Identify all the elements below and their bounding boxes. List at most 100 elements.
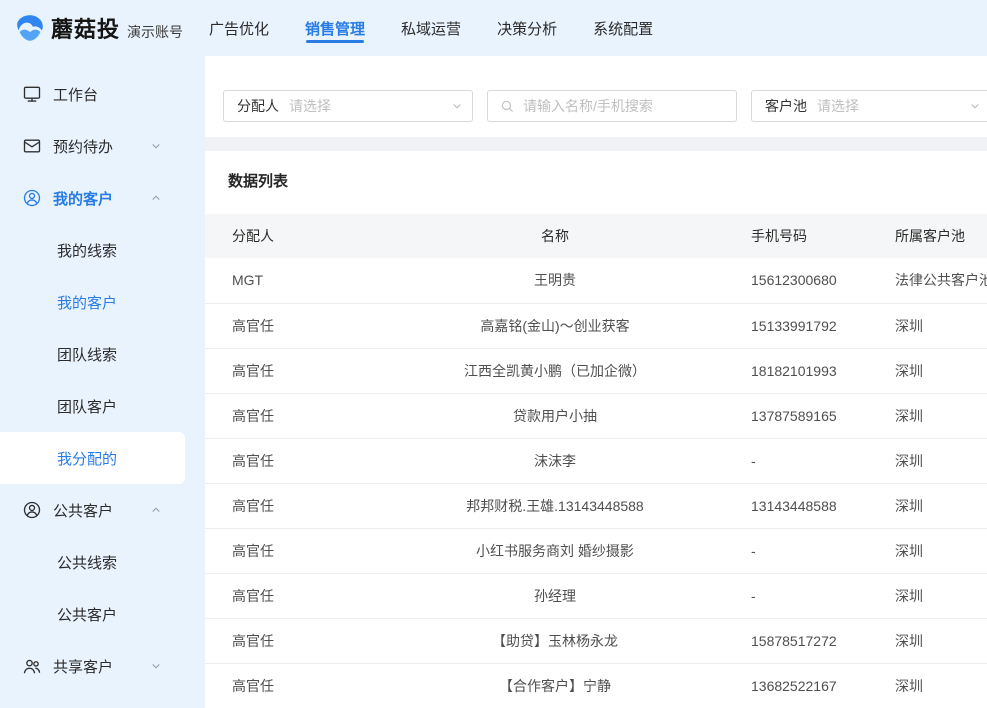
- table-row[interactable]: 高官任【合作客户】宁静13682522167深圳: [205, 663, 987, 708]
- cell: -: [715, 438, 859, 483]
- sidebar-item-label: 团队客户: [57, 396, 117, 417]
- cell: 高官任: [205, 483, 395, 528]
- logo-icon: [14, 12, 46, 44]
- cell: 13787589165: [715, 393, 859, 438]
- cell: 深圳: [859, 663, 987, 708]
- account-label: 演示账号: [127, 22, 183, 42]
- top-nav: 广告优化销售管理私域运营决策分析系统配置: [209, 0, 653, 56]
- app-title: 蘑菇投: [51, 12, 120, 44]
- search-input[interactable]: [521, 97, 724, 115]
- chevron-down-icon: [451, 100, 463, 112]
- sidebar-item-11[interactable]: 公共客户: [0, 588, 205, 640]
- cell: 15612300680: [715, 258, 859, 303]
- sidebar-item-label: 我的客户: [57, 292, 117, 313]
- cell: 15133991792: [715, 303, 859, 348]
- cell: 高官任: [205, 393, 395, 438]
- sidebar-item-5[interactable]: 我的客户: [0, 276, 205, 328]
- cell: 【助贷】玉林杨永龙: [395, 618, 715, 663]
- assignee-select-placeholder: 请选择: [289, 96, 331, 116]
- sidebar-item-3[interactable]: 我的客户: [0, 172, 205, 224]
- table-row[interactable]: 高官任【助贷】玉林杨永龙15878517272深圳: [205, 618, 987, 663]
- table-row[interactable]: 高官任江西全凯黄小鹏（已加企微）18182101993深圳: [205, 348, 987, 393]
- search-icon: [500, 99, 514, 113]
- column-header-1: 分配人: [205, 214, 395, 258]
- sidebar-item-8[interactable]: 我分配的: [0, 432, 185, 484]
- list-title: 数据列表: [205, 170, 987, 191]
- cell: 深圳: [859, 348, 987, 393]
- assignee-select[interactable]: 分配人 请选择: [223, 90, 473, 122]
- cell: 13682522167: [715, 663, 859, 708]
- assignee-select-label: 分配人: [237, 96, 279, 116]
- pool-select-label: 客户池: [765, 96, 807, 116]
- sidebar-item-label: 工作台: [53, 84, 98, 105]
- table-row[interactable]: 高官任小红书服务商刘 婚纱摄影-深圳: [205, 528, 987, 573]
- cell: 高官任: [205, 348, 395, 393]
- cell: 沫沫李: [395, 438, 715, 483]
- cell: -: [715, 528, 859, 573]
- cell: 深圳: [859, 483, 987, 528]
- column-header-4: 所属客户池: [859, 214, 987, 258]
- cell: 高官任: [205, 438, 395, 483]
- table-row[interactable]: MGT王明贵15612300680法律公共客户池: [205, 258, 987, 303]
- cell: 法律公共客户池: [859, 258, 987, 303]
- sidebar-item-label: 公共线索: [57, 552, 117, 573]
- nav-item-3[interactable]: 私域运营: [401, 0, 461, 56]
- nav-item-4[interactable]: 决策分析: [497, 0, 557, 56]
- sidebar-item-label: 我分配的: [57, 448, 117, 469]
- user-circle-icon: [22, 188, 42, 208]
- mail-icon: [22, 136, 42, 156]
- cell: 深圳: [859, 528, 987, 573]
- cell: 高官任: [205, 303, 395, 348]
- chevron-up-icon: [150, 192, 162, 204]
- sidebar-item-2[interactable]: 预约待办: [0, 120, 205, 172]
- body: 工作台预约待办我的客户我的线索我的客户团队线索团队客户我分配的公共客户公共线索公…: [0, 56, 987, 708]
- table-row[interactable]: 高官任沫沫李-深圳: [205, 438, 987, 483]
- cell: 高嘉铭(金山)～创业获客: [395, 303, 715, 348]
- cell: 江西全凯黄小鹏（已加企微）: [395, 348, 715, 393]
- nav-item-5[interactable]: 系统配置: [593, 0, 653, 56]
- sidebar-item-12[interactable]: 共享客户: [0, 640, 205, 692]
- app-header: 蘑菇投 演示账号 广告优化销售管理私域运营决策分析系统配置: [0, 0, 987, 56]
- customer-table: 分配人名称手机号码所属客户池 MGT王明贵15612300680法律公共客户池高…: [205, 214, 987, 708]
- search-box: [487, 90, 737, 122]
- sidebar-item-label: 我的线索: [57, 240, 117, 261]
- sidebar-item-6[interactable]: 团队线索: [0, 328, 205, 380]
- cell: 王明贵: [395, 258, 715, 303]
- nav-item-1[interactable]: 广告优化: [209, 0, 269, 56]
- data-list-card: 数据列表 分配人名称手机号码所属客户池 MGT王明贵15612300680法律公…: [205, 151, 987, 708]
- sidebar-item-label: 共享客户: [53, 656, 113, 677]
- pool-select[interactable]: 客户池 请选择: [751, 90, 987, 122]
- cell: 高官任: [205, 573, 395, 618]
- table-row[interactable]: 高官任孙经理-深圳: [205, 573, 987, 618]
- sidebar-item-label: 团队线索: [57, 344, 117, 365]
- cell: 深圳: [859, 393, 987, 438]
- sidebar-item-9[interactable]: 公共客户: [0, 484, 205, 536]
- table-row[interactable]: 高官任高嘉铭(金山)～创业获客15133991792深圳: [205, 303, 987, 348]
- chevron-down-icon: [969, 100, 981, 112]
- table-header-row: 分配人名称手机号码所属客户池: [205, 214, 987, 258]
- cell: 小红书服务商刘 婚纱摄影: [395, 528, 715, 573]
- chevron-up-icon: [150, 504, 162, 516]
- sidebar-item-label: 我的客户: [53, 188, 113, 209]
- sidebar-menu: 工作台预约待办我的客户我的线索我的客户团队线索团队客户我分配的公共客户公共线索公…: [0, 56, 205, 708]
- nav-item-2[interactable]: 销售管理: [305, 0, 365, 56]
- table-row[interactable]: 高官任邦邦财税.王雄.1314344858813143448588深圳: [205, 483, 987, 528]
- cell: 15878517272: [715, 618, 859, 663]
- cell: 13143448588: [715, 483, 859, 528]
- sidebar-item-7[interactable]: 团队客户: [0, 380, 205, 432]
- sidebar-item-4[interactable]: 我的线索: [0, 224, 205, 276]
- cell: 深圳: [859, 303, 987, 348]
- table-row[interactable]: 高官任贷款用户小抽13787589165深圳: [205, 393, 987, 438]
- cell: 深圳: [859, 573, 987, 618]
- sidebar-item-10[interactable]: 公共线索: [0, 536, 205, 588]
- cell: MGT: [205, 258, 395, 303]
- chevron-down-icon: [150, 660, 162, 672]
- sidebar-item-1[interactable]: 工作台: [0, 68, 205, 120]
- table-body: MGT王明贵15612300680法律公共客户池高官任高嘉铭(金山)～创业获客1…: [205, 258, 987, 708]
- cell: 高官任: [205, 528, 395, 573]
- cell: 【合作客户】宁静: [395, 663, 715, 708]
- main-content: 分配人 请选择 客户池 请选择 数据列表 分配人名称手机: [205, 56, 987, 708]
- cell: 深圳: [859, 438, 987, 483]
- cell: -: [715, 573, 859, 618]
- column-header-3: 手机号码: [715, 214, 859, 258]
